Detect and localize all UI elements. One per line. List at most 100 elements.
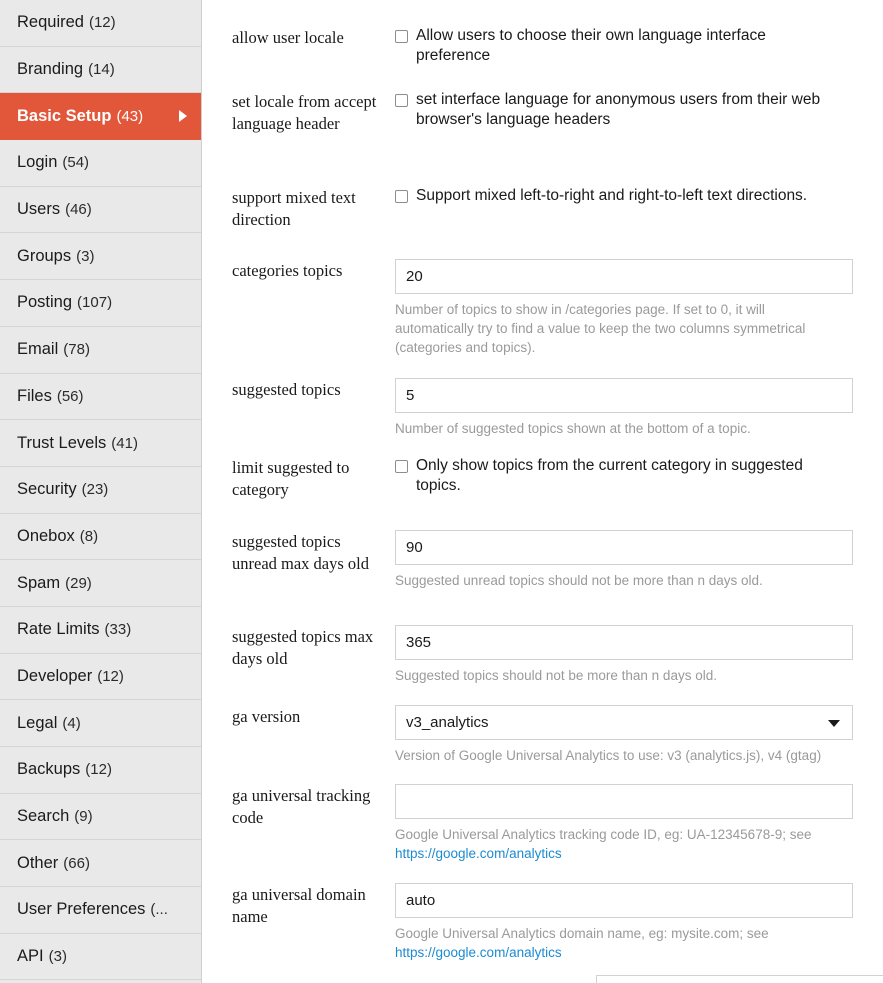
setting-row: allow user locale Allow users to choose t… [202, 26, 883, 66]
sidebar-item-count: (66) [63, 854, 90, 872]
setting-key-label: suggested topics [232, 380, 341, 399]
setting-checkbox-row[interactable]: Only show topics from the current catego… [395, 456, 853, 496]
sidebar-item-label: Files [17, 386, 52, 405]
sidebar-item-label: Legal [17, 713, 58, 732]
setting-row: categories topics Number of topics to sho… [202, 259, 883, 357]
sidebar-item-label: API [17, 947, 44, 966]
setting-description-text: Google Universal Analytics domain name, … [395, 926, 769, 941]
sidebar-item-count: (33) [104, 621, 132, 639]
sidebar-item-count: (12) [88, 14, 116, 32]
setting-text-input[interactable] [395, 530, 853, 565]
sidebar-item-label: User Preferences [17, 900, 146, 919]
setting-field: Number of topics to show in /categories … [395, 259, 853, 357]
setting-description-link[interactable]: https://google.com/analytics [395, 846, 562, 861]
sidebar-item-security[interactable]: Security (23) [0, 466, 201, 514]
sidebar-item-count: (56) [56, 387, 84, 405]
settings-category-sidebar[interactable]: Required (12) Branding (14) Basic Setup (43) L… [0, 0, 202, 983]
sidebar-item-legal[interactable]: Legal (4) [0, 700, 201, 747]
setting-description-text: Number of topics to show in /categories … [395, 302, 806, 355]
checkbox-unchecked-icon[interactable] [395, 190, 408, 203]
setting-checkbox-row[interactable]: Support mixed left-to-right and right-to… [395, 186, 853, 206]
sidebar-item-branding[interactable]: Branding (14) [0, 46, 201, 94]
sidebar-item-login[interactable]: Login (54) [0, 140, 201, 187]
sidebar-item-count: (3) [76, 247, 95, 265]
setting-key-label: allow user locale [232, 28, 344, 47]
sidebar-item-onebox[interactable]: Onebox (8) [0, 513, 201, 561]
sidebar-item-trust-levels[interactable]: Trust Levels (41) [0, 420, 201, 467]
sidebar-item-required[interactable]: Required (12) [0, 0, 201, 47]
sidebar-item-search[interactable]: Search (9) [0, 793, 201, 841]
sidebar-item-count: (54) [62, 154, 90, 172]
sidebar-item-label: Required [17, 13, 84, 32]
sidebar-item-count: (46) [65, 201, 92, 219]
setting-row: ga version v3_analytics Version of Google … [202, 705, 883, 765]
sidebar-item-count: (12) [97, 667, 124, 685]
sidebar-item-posting[interactable]: Posting (107) [0, 280, 201, 327]
setting-key-label: set locale from accept language header [232, 92, 377, 133]
setting-row: support mixed text direction Support mixe… [202, 186, 883, 231]
sidebar-item-count: (43) [116, 107, 144, 125]
setting-field: Only show topics from the current catego… [395, 456, 853, 496]
setting-text-input[interactable] [395, 784, 853, 819]
sidebar-item-users[interactable]: Users (46) [0, 186, 201, 234]
setting-description: Google Universal Analytics tracking code… [395, 825, 835, 863]
ga-version-select[interactable]: v3_analytics [395, 705, 853, 740]
next-setting-input-partial[interactable] [596, 975, 883, 983]
sidebar-item-label: Developer [17, 666, 93, 685]
sidebar-item-user-preferences[interactable]: User Preferences (... [0, 887, 201, 934]
sidebar-item-label: Trust Levels [17, 433, 107, 452]
setting-checkbox-row[interactable]: Allow users to choose their own language… [395, 26, 853, 66]
setting-key-label: ga universal tracking code [232, 786, 371, 827]
setting-row: suggested topics max days old Suggested t… [202, 625, 883, 685]
sidebar-item-label: Search [17, 807, 70, 826]
setting-description: Google Universal Analytics domain name, … [395, 924, 835, 962]
setting-field: Number of suggested topics shown at the … [395, 378, 853, 438]
setting-key-label: ga universal domain name [232, 885, 366, 926]
checkbox-label: Allow users to choose their own language… [416, 27, 766, 64]
setting-key-label: support mixed text direction [232, 188, 356, 229]
sidebar-item-label: Rate Limits [17, 620, 100, 639]
setting-description-text: Version of Google Universal Analytics to… [395, 748, 822, 763]
sidebar-item-label: Other [17, 853, 59, 872]
setting-field: v3_analytics Version of Google Universal … [395, 705, 853, 765]
checkbox-unchecked-icon[interactable] [395, 460, 408, 473]
setting-text-input[interactable] [395, 378, 853, 413]
sidebar-item-label: Users [17, 200, 61, 219]
sidebar-item-basic-setup[interactable]: Basic Setup (43) [0, 93, 201, 141]
setting-text-input[interactable] [395, 259, 853, 294]
setting-checkbox-row[interactable]: set interface language for anonymous use… [395, 90, 853, 130]
setting-description-link[interactable]: https://google.com/analytics [395, 945, 562, 960]
sidebar-item-api[interactable]: API (3) [0, 933, 201, 981]
setting-field: Google Universal Analytics domain name, … [395, 883, 853, 962]
setting-description-text: Suggested topics should not be more than… [395, 668, 717, 683]
sidebar-item-rate-limits[interactable]: Rate Limits (33) [0, 606, 201, 654]
sidebar-item-backups[interactable]: Backups (12) [0, 747, 201, 794]
sidebar-item-count: (9) [74, 808, 93, 826]
sidebar-item-count: (3) [48, 948, 67, 966]
sidebar-item-spam[interactable]: Spam (29) [0, 560, 201, 607]
settings-page: Required (12) Branding (14) Basic Setup (43) L… [0, 0, 883, 983]
settings-content-panel: allow user locale Allow users to choose t… [202, 0, 883, 983]
setting-field: Allow users to choose their own language… [395, 26, 853, 66]
sidebar-item-count: (... [150, 901, 168, 919]
sidebar-item-count: (29) [65, 574, 92, 592]
sidebar-item-groups[interactable]: Groups (3) [0, 233, 201, 281]
checkbox-label: Only show topics from the current catego… [416, 457, 803, 494]
sidebar-item-count: (41) [111, 434, 138, 452]
sidebar-item-other[interactable]: Other (66) [0, 840, 201, 888]
setting-description-text: Number of suggested topics shown at the … [395, 421, 751, 436]
checkbox-unchecked-icon[interactable] [395, 94, 408, 107]
sidebar-item-label: Branding [17, 60, 84, 79]
checkbox-label: set interface language for anonymous use… [416, 91, 821, 128]
setting-description: Number of suggested topics shown at the … [395, 419, 835, 438]
setting-text-input[interactable] [395, 625, 853, 660]
sidebar-item-developer[interactable]: Developer (12) [0, 653, 201, 701]
setting-row: set locale from accept language header se… [202, 90, 883, 135]
setting-text-input[interactable] [395, 883, 853, 918]
sidebar-item-files[interactable]: Files (56) [0, 373, 201, 421]
checkbox-unchecked-icon[interactable] [395, 30, 408, 43]
setting-key-label: categories topics [232, 261, 343, 280]
setting-row: limit suggested to category Only show top… [202, 456, 883, 501]
sidebar-item-email[interactable]: Email (78) [0, 326, 201, 374]
sidebar-item-label: Basic Setup [17, 106, 112, 125]
